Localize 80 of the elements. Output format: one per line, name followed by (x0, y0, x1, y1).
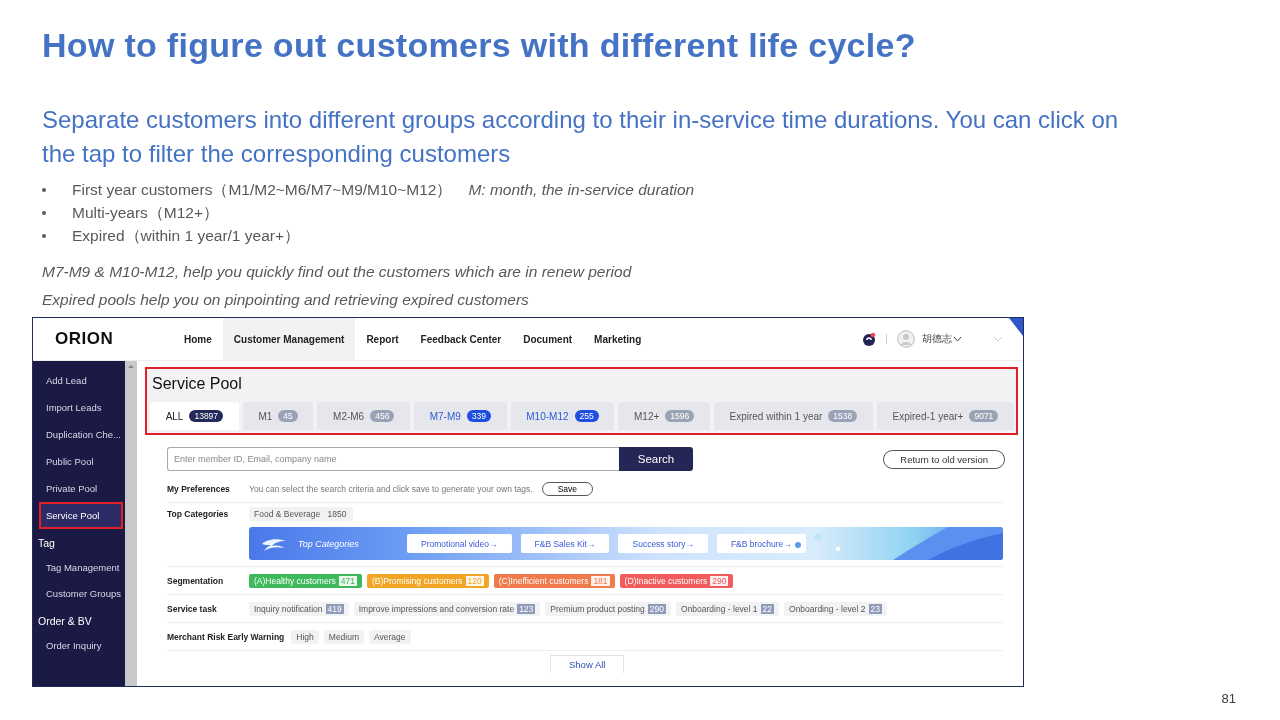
sidebar-item[interactable]: Service Pool (39, 502, 123, 529)
pool-tab[interactable]: Expired within 1 year 1538 (713, 402, 873, 430)
search-button[interactable]: Search (619, 447, 693, 471)
scrollbar[interactable] (125, 361, 137, 686)
bullet-text: First year customers（M1/M2~M6/M7~M9/M10~M12） (72, 180, 453, 200)
page-number: 81 (1221, 691, 1236, 706)
sidebar-item[interactable]: Customer Groups (33, 580, 125, 607)
bullet-text: Expired（within 1 year/1 year+） (72, 226, 300, 246)
sidebar-item[interactable]: Public Pool (33, 448, 125, 475)
page-title: Service Pool (151, 374, 243, 394)
task-tag[interactable]: Onboarding - level 1 22 (676, 601, 780, 616)
notification-icon[interactable] (862, 332, 876, 346)
sidebar-item[interactable]: Duplication Che... (33, 421, 125, 448)
nav-tab[interactable]: Marketing (583, 318, 653, 360)
show-all-button[interactable]: Show All (550, 655, 625, 673)
row-label: My Preferences (167, 483, 231, 494)
nav-tab[interactable]: Home (173, 318, 223, 360)
avatar-icon (897, 330, 915, 348)
bullet-icon (42, 211, 46, 215)
note-text: Expired pools help you on pinpointing and retrieving expired customers (42, 290, 530, 310)
chevron-icon (993, 335, 1003, 343)
search-field[interactable]: Enter member ID, Email, company name (167, 447, 619, 471)
pool-tab[interactable]: ALL 13897 (150, 402, 239, 430)
chevron-icon (953, 335, 962, 343)
row-label: Segmentation (167, 575, 225, 586)
sidebar-item[interactable]: Tag Management (33, 555, 125, 580)
task-tag[interactable]: Onboarding - level 2 23 (784, 601, 888, 616)
nav-tab[interactable]: Feedback Center (409, 318, 513, 360)
banner-link[interactable]: F&B Sales Kit→ (520, 534, 610, 553)
nav-tab[interactable]: Customer Management (222, 318, 356, 360)
sidebar-section-title: Tag (37, 536, 56, 551)
row-label: Merchant Risk Early Warning (167, 631, 285, 642)
slide-title: How to figure out customers with different life cycle? (42, 25, 917, 66)
task-tag[interactable]: Inquiry notification 419 (249, 601, 349, 616)
row-label: Top Categories (167, 509, 230, 519)
count-badge: 13897 (189, 410, 224, 422)
sidebar-item[interactable]: Order Inquiry (33, 633, 125, 658)
task-tag[interactable]: Improve impressions and conversion rate 123 (353, 601, 541, 616)
risk-tag[interactable]: High (291, 629, 319, 644)
count-badge: 45 (278, 410, 298, 422)
count-badge: 456 (370, 410, 395, 422)
pool-tab[interactable]: M7-M9 339 (414, 402, 507, 430)
count-badge: 1538 (828, 410, 858, 422)
sidebar-section-title: Order & BV (37, 614, 93, 629)
count-badge: 255 (574, 410, 599, 422)
slide-subtitle: Separate customers into different groups according to their in-service time durations. You can click on the tap to filter the corresponding customers (42, 105, 1120, 169)
count-badge: 339 (466, 410, 491, 422)
category-tag[interactable]: Food & Beverage 1850 (249, 507, 354, 521)
bullet-text: Multi-years（M12+） (72, 203, 219, 223)
banner-title: Top Categories (298, 538, 360, 549)
orion-logo: ORION (54, 329, 115, 349)
count-badge: 9071 (969, 410, 999, 422)
pool-tab[interactable]: M2-M6 456 (317, 402, 410, 430)
pool-tab[interactable]: M1 45 (242, 402, 314, 430)
user-name[interactable]: 胡德志 (922, 332, 952, 346)
hint-text: You can select the search criteria and click save to generate your own tags. (249, 483, 533, 494)
pool-tab[interactable]: M12+ 1596 (618, 402, 710, 430)
banner-link[interactable]: Success story→ (618, 534, 708, 553)
pool-tab[interactable]: M10-M12 255 (510, 402, 615, 430)
sidebar-item[interactable]: Import Leads (33, 394, 125, 421)
corner-ribbon-icon (1009, 318, 1023, 336)
bullet-icon (42, 188, 46, 192)
nav-tab[interactable]: Document (512, 318, 584, 360)
risk-tag[interactable]: Medium (323, 629, 365, 644)
sidebar-item[interactable]: Private Pool (33, 475, 125, 502)
return-button[interactable]: Return to old version (883, 449, 1005, 469)
task-tag[interactable]: Premium product posting 290 (545, 601, 671, 616)
scroll-up-icon (127, 363, 135, 369)
nav-tab[interactable]: Report (355, 318, 410, 360)
bullet-note: M: month, the in-service duration (468, 180, 695, 200)
count-badge: 1596 (665, 410, 695, 422)
banner-link[interactable]: Promotional video→ (407, 534, 512, 553)
row-label: Service task (167, 603, 218, 614)
bullet-icon (42, 234, 46, 238)
note-text: M7-M9 & M10-M12, help you quickly find out the customers which are in renew period (42, 262, 633, 282)
pool-tab[interactable]: Expired-1 year+ 9071 (876, 402, 1014, 430)
banner-link[interactable]: F&B brochure→ (716, 534, 806, 553)
save-button[interactable]: Save (541, 481, 594, 496)
sidebar-item[interactable]: Add Lead (33, 367, 125, 394)
risk-tag[interactable]: Average (369, 629, 411, 644)
